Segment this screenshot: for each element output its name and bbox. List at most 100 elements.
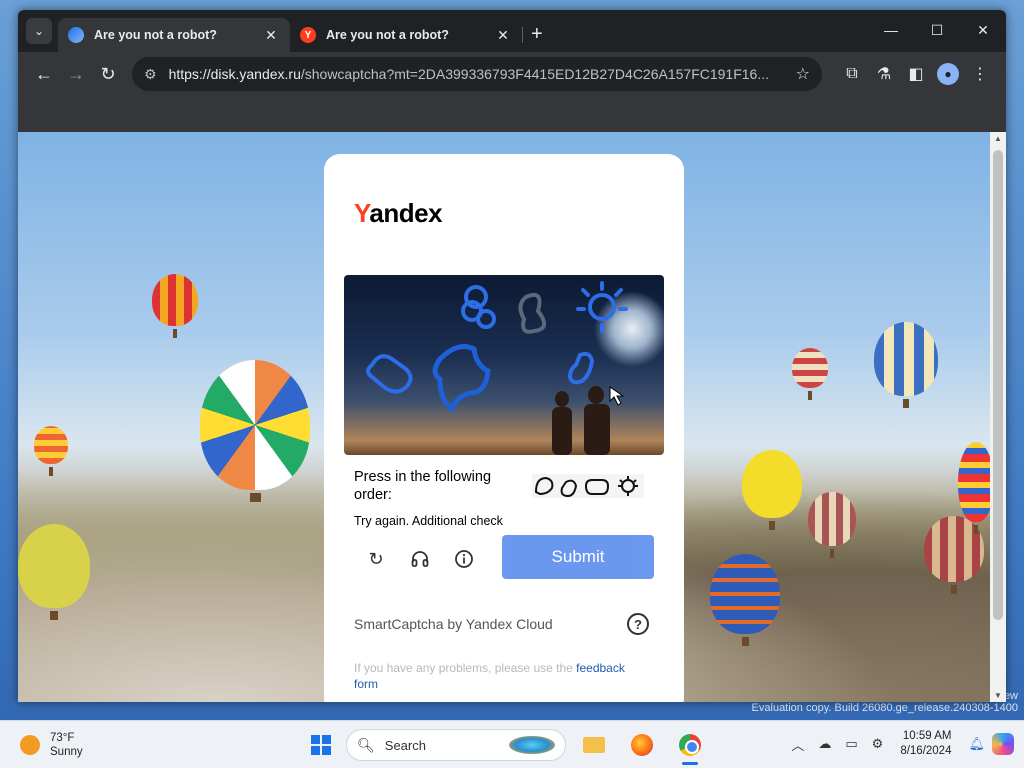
close-tab-icon[interactable]: ✕ [262,27,280,44]
bookmark-star-icon[interactable]: ☆ [796,64,810,84]
firefox-icon [631,734,653,756]
mouse-cursor-icon [609,386,625,406]
reload-button[interactable]: ↻ [92,58,124,90]
logo-first-letter: Y [354,198,370,228]
search-icon: 🔍︎ [357,736,375,753]
system-tray: ︿ ☁ ▭ ⚙ 10:59 AM 8/16/2024 🔔︎ [784,729,1014,759]
network-icon[interactable]: ⚙ [872,736,884,752]
tab-search-button[interactable]: ⌄ [26,18,52,44]
address-bar[interactable]: ⚙ https://disk.yandex.ru/showcaptcha?mt=… [132,57,822,91]
window-controls: — ☐ ✕ [868,10,1006,50]
search-highlight-image [509,736,555,754]
balloon-image [200,360,310,502]
menu-kebab-icon[interactable]: ⋮ [964,58,996,90]
back-button[interactable]: ← [28,58,60,90]
close-tab-icon[interactable]: ✕ [494,27,512,44]
search-label: Search [384,737,426,753]
url-host: https://disk.yandex.ru [168,66,301,82]
cloud-offline-icon[interactable]: ☁ [818,736,831,752]
taskbar-search-box[interactable]: 🔍︎ Search [346,729,566,761]
headphones-icon [411,551,429,567]
weather-widget[interactable]: 73°F Sunny [20,731,83,759]
bookmark-bar [18,96,1006,132]
captcha-shape-swirl-icon [461,285,496,329]
refresh-captcha-button[interactable]: ↻ [362,545,390,573]
avatar-icon: ● [937,63,959,85]
taskbar-center: 🔍︎ Search [306,727,710,765]
captcha-instruction: Press in the following order: [354,469,492,503]
taskbar: 73°F Sunny 🔍︎ Search ︿ ☁ ▭ ⚙ 10:59 AM 8/… [0,720,1024,768]
browser-window: ⌄ Are you not a robot? ✕ Y Are you not a… [18,10,1006,702]
scroll-up-icon[interactable]: ▲ [990,134,1006,143]
extensions-icon[interactable]: ⧉ [836,58,868,90]
page-viewport: Yandex Press in the following order: Try… [18,132,1006,702]
logo-rest: andex [369,198,443,228]
captcha-shape-leaf-icon [518,292,546,334]
balloon-image [34,426,68,476]
clock[interactable]: 10:59 AM 8/16/2024 [900,729,951,759]
scroll-down-icon[interactable]: ▼ [990,691,1006,700]
order-hint-strip [532,474,644,498]
captcha-shape-sun-icon [576,281,628,333]
captcha-brand-label: SmartCaptcha by Yandex Cloud [354,616,553,632]
problems-text: If you have any problems, please use the [354,661,577,675]
page-scrollbar[interactable]: ▲ ▼ [990,132,1006,702]
balloon-image [874,322,938,408]
balloon-image [792,348,828,400]
couple-silhouette [552,386,610,455]
help-icon[interactable]: ? [627,613,649,635]
new-tab-button[interactable]: + [531,23,543,46]
tab-2-title: Are you not a robot? [326,28,449,42]
firefox-button[interactable] [622,727,662,763]
scrollbar-thumb[interactable] [993,150,1003,620]
file-explorer-button[interactable] [574,727,614,763]
minimize-button[interactable]: — [868,10,914,50]
yandex-icon: Y [300,27,316,43]
balloon-image [18,524,90,620]
labs-flask-icon[interactable]: ⚗ [868,58,900,90]
info-icon [455,550,473,568]
captcha-task-image[interactable] [344,275,664,455]
url-text: https://disk.yandex.ru/showcaptcha?mt=2D… [169,66,796,82]
tab-1[interactable]: Are you not a robot? ✕ [58,18,290,52]
balloon-image [742,450,802,530]
watermark-line-2: Evaluation copy. Build 26080.ge_release.… [751,702,1018,714]
chrome-icon [679,734,701,756]
balloon-image [710,554,780,646]
display-icon[interactable]: ▭ [845,736,857,752]
notification-bell-icon[interactable]: 🔔︎ [968,736,985,752]
start-button[interactable] [306,730,336,760]
info-button[interactable] [450,545,478,573]
clock-date: 8/16/2024 [900,745,952,757]
captcha-shape-bottle-icon [567,351,595,385]
balloon-image [152,274,198,338]
captcha-shapes [366,281,628,455]
close-window-button[interactable]: ✕ [960,10,1006,50]
sun-icon [20,735,40,755]
audio-captcha-button[interactable] [406,545,434,573]
copilot-icon[interactable] [992,733,1014,755]
folder-icon [583,737,605,753]
url-path: /showcaptcha?mt=2DA399336793F4415ED12B27… [300,66,770,82]
maximize-button[interactable]: ☐ [914,10,960,50]
chevron-up-icon[interactable]: ︿ [791,735,804,754]
forward-button[interactable]: → [60,58,92,90]
tab-2[interactable]: Y Are you not a robot? ✕ [290,18,522,52]
browser-toolbar: ← → ↻ ⚙ https://disk.yandex.ru/showcaptc… [18,52,1006,96]
submit-button[interactable]: Submit [502,535,654,579]
clock-time: 10:59 AM [902,730,952,742]
captcha-shape-ghost-icon [432,344,491,413]
chrome-button[interactable] [670,727,710,765]
weather-temperature: 73°F [50,732,75,744]
balloon-image [808,492,856,558]
site-info-icon[interactable]: ⚙ [144,66,157,83]
tab-separator [522,27,523,43]
captcha-error-message: Try again. Additional check [354,514,503,528]
weather-condition: Sunny [50,746,83,758]
tab-bar: ⌄ Are you not a robot? ✕ Y Are you not a… [18,10,1006,52]
profile-button[interactable]: ● [932,58,964,90]
windows-logo-icon [311,735,320,744]
yandex-logo: Yandex [354,198,443,229]
side-panel-icon[interactable]: ◧ [900,58,932,90]
globe-icon [68,27,84,43]
